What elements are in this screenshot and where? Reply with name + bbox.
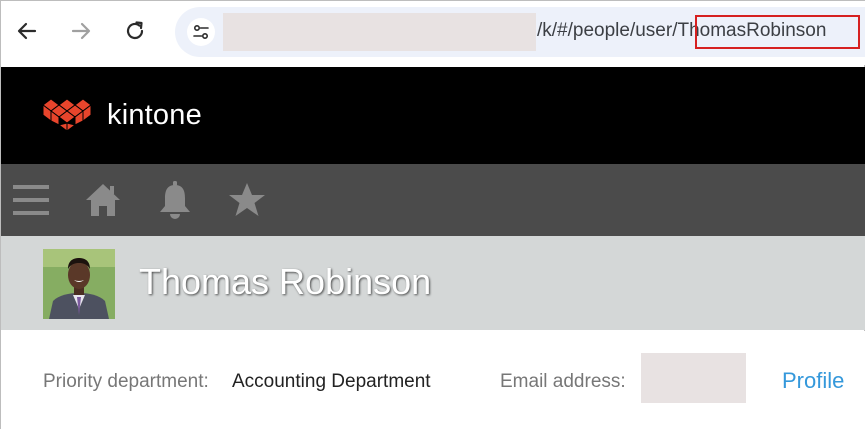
reload-icon (126, 21, 144, 40)
browser-toolbar: /k/#/people/user/ThomasRobinson (1, 1, 865, 65)
star-icon (229, 183, 265, 216)
priority-department-value: Accounting Department (232, 371, 431, 392)
home-button[interactable] (81, 178, 125, 222)
avatar (43, 249, 115, 319)
reload-button[interactable] (117, 13, 153, 49)
email-redacted-block (641, 353, 746, 403)
app-logo-text[interactable]: kintone (107, 99, 202, 132)
kintone-logo-icon[interactable] (41, 97, 93, 138)
notifications-button[interactable] (153, 178, 197, 222)
email-address-label: Email address: (500, 371, 626, 392)
forward-arrow-icon (71, 22, 91, 40)
menu-icon (13, 185, 49, 215)
profile-banner: Thomas Robinson (1, 236, 865, 330)
bell-icon (160, 181, 190, 219)
menu-button[interactable] (9, 178, 53, 222)
app-toolbar (1, 164, 865, 236)
address-bar[interactable]: /k/#/people/user/ThomasRobinson (175, 7, 865, 57)
back-button[interactable] (9, 13, 45, 49)
site-info-icon (193, 24, 209, 40)
profile-link[interactable]: Profile (782, 368, 844, 394)
back-arrow-icon (17, 22, 37, 40)
profile-name: Thomas Robinson (139, 261, 432, 302)
priority-department-label: Priority department: (43, 371, 209, 392)
forward-button[interactable] (63, 13, 99, 49)
profile-info-row: Priority department: Accounting Departme… (1, 331, 865, 429)
url-path: /k/#/people/user/ (537, 20, 678, 41)
app-header: kintone (1, 67, 865, 164)
favorites-button[interactable] (225, 178, 269, 222)
home-icon (86, 184, 120, 216)
url-highlight-box (695, 15, 860, 49)
url-redacted-block (223, 13, 536, 51)
site-info-button[interactable] (187, 18, 215, 46)
